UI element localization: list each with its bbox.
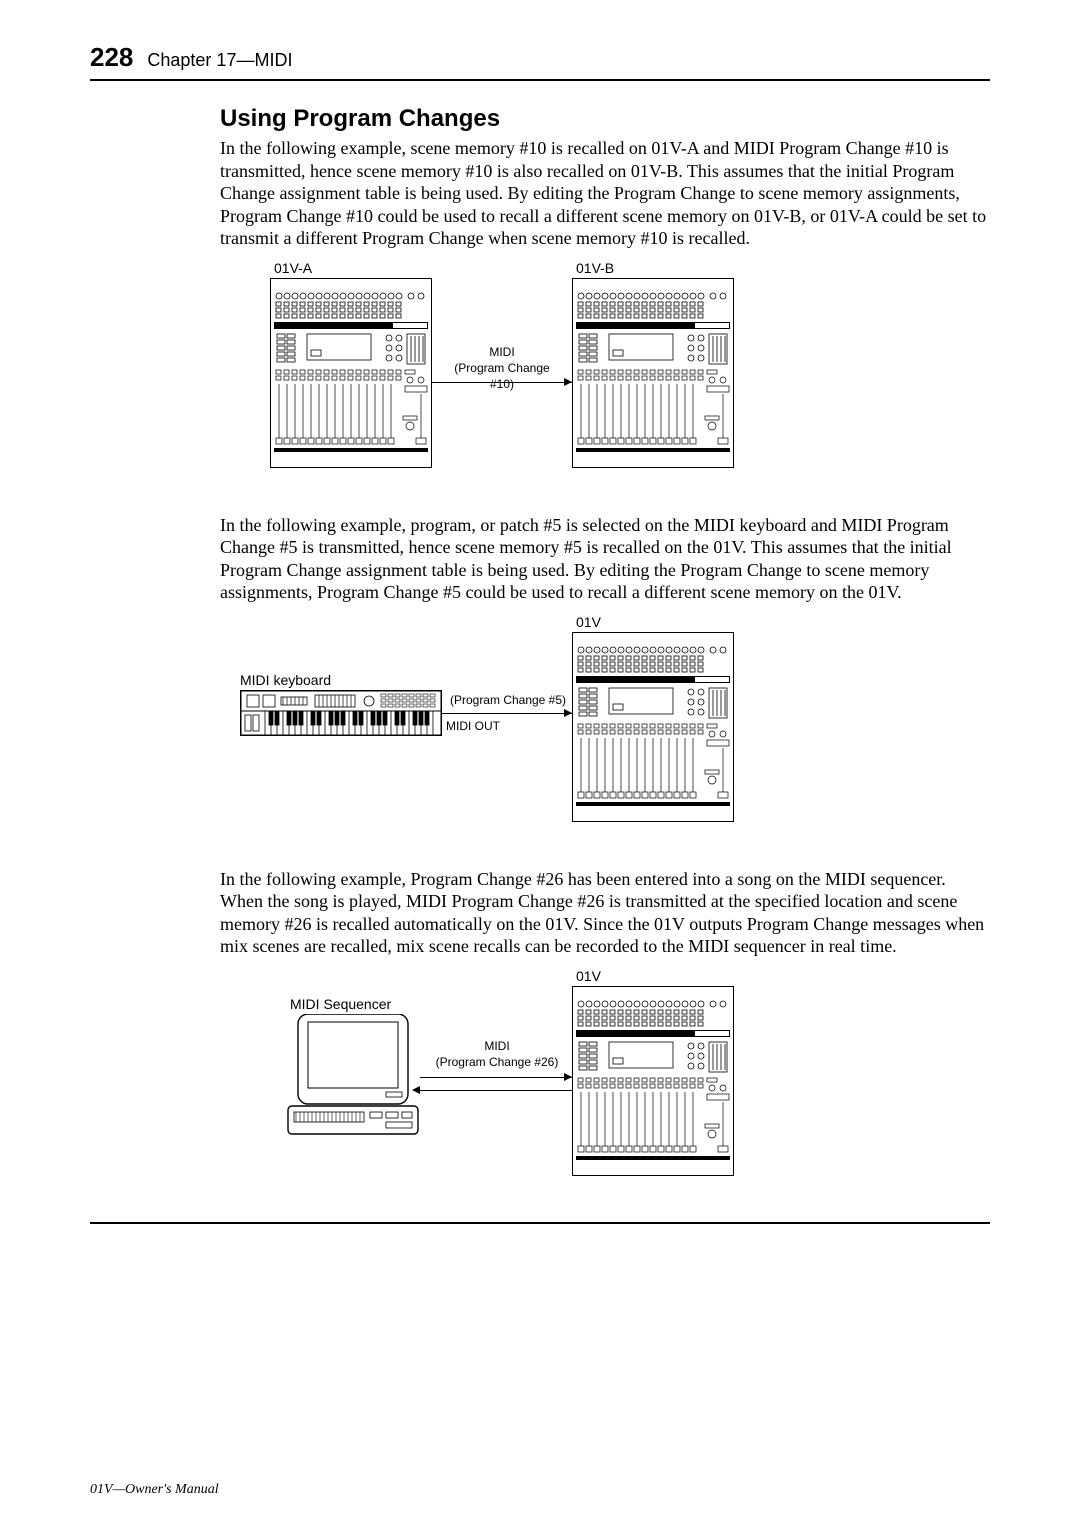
label-01v-b: 01V-B <box>576 260 614 276</box>
diagram-two-mixers: 01V-A 01V-B MIDI (Program Change #10) <box>270 264 990 484</box>
midi-keyboard-icon <box>240 690 442 736</box>
arrow-head-icon <box>564 378 572 386</box>
paragraph-3: In the following example, Program Change… <box>220 868 990 958</box>
label-midi-sequencer: MIDI Sequencer <box>290 996 391 1012</box>
label-01v: 01V <box>576 614 601 630</box>
arrow-head-right-icon <box>564 1073 572 1081</box>
diagram-sequencer-mixer: 01V MIDI Sequencer MIDI (Program Change … <box>260 972 990 1192</box>
label-01v: 01V <box>576 968 601 984</box>
arrow-head-left-icon <box>412 1086 420 1094</box>
top-rule <box>90 79 990 81</box>
section-heading: Using Program Changes <box>220 105 990 133</box>
mixer-01v-icon <box>572 632 734 822</box>
chapter-title: Chapter 17—MIDI <box>147 50 292 71</box>
diagram-keyboard-mixer: 01V MIDI keyboard (Program Change #5) MI… <box>230 618 990 838</box>
paragraph-2: In the following example, program, or pa… <box>220 514 990 604</box>
mixer-01v-b-icon <box>572 278 734 468</box>
midi-out-label: MIDI OUT <box>446 718 502 734</box>
mixer-01v-icon <box>572 986 734 1176</box>
page-header: 228 Chapter 17—MIDI <box>90 42 990 73</box>
program-change-label: (Program Change #5) <box>446 692 570 708</box>
arrow-line-icon <box>420 1090 572 1091</box>
arrow-line-icon <box>442 713 572 714</box>
midi-text: MIDI <box>432 1038 562 1054</box>
bottom-rule <box>90 1222 990 1224</box>
midi-label-1: MIDI (Program Change #10) <box>442 344 562 393</box>
paragraph-1: In the following example, scene memory #… <box>220 137 990 250</box>
arrow-head-icon <box>564 709 572 717</box>
midi-label-3: MIDI (Program Change #26) <box>432 1038 562 1070</box>
mixer-01v-a-icon <box>270 278 432 468</box>
midi-text: MIDI <box>442 344 562 360</box>
page-number: 228 <box>90 42 133 73</box>
label-midi-keyboard: MIDI keyboard <box>240 672 331 688</box>
program-change-text: (Program Change #10) <box>442 360 562 392</box>
arrow-line-icon <box>432 382 572 383</box>
arrow-line-icon <box>420 1077 572 1078</box>
footer: 01V—Owner's Manual <box>90 1482 219 1498</box>
label-01v-a: 01V-A <box>274 260 312 276</box>
program-change-text: (Program Change #26) <box>432 1054 562 1070</box>
content: Using Program Changes In the following e… <box>220 105 990 1192</box>
